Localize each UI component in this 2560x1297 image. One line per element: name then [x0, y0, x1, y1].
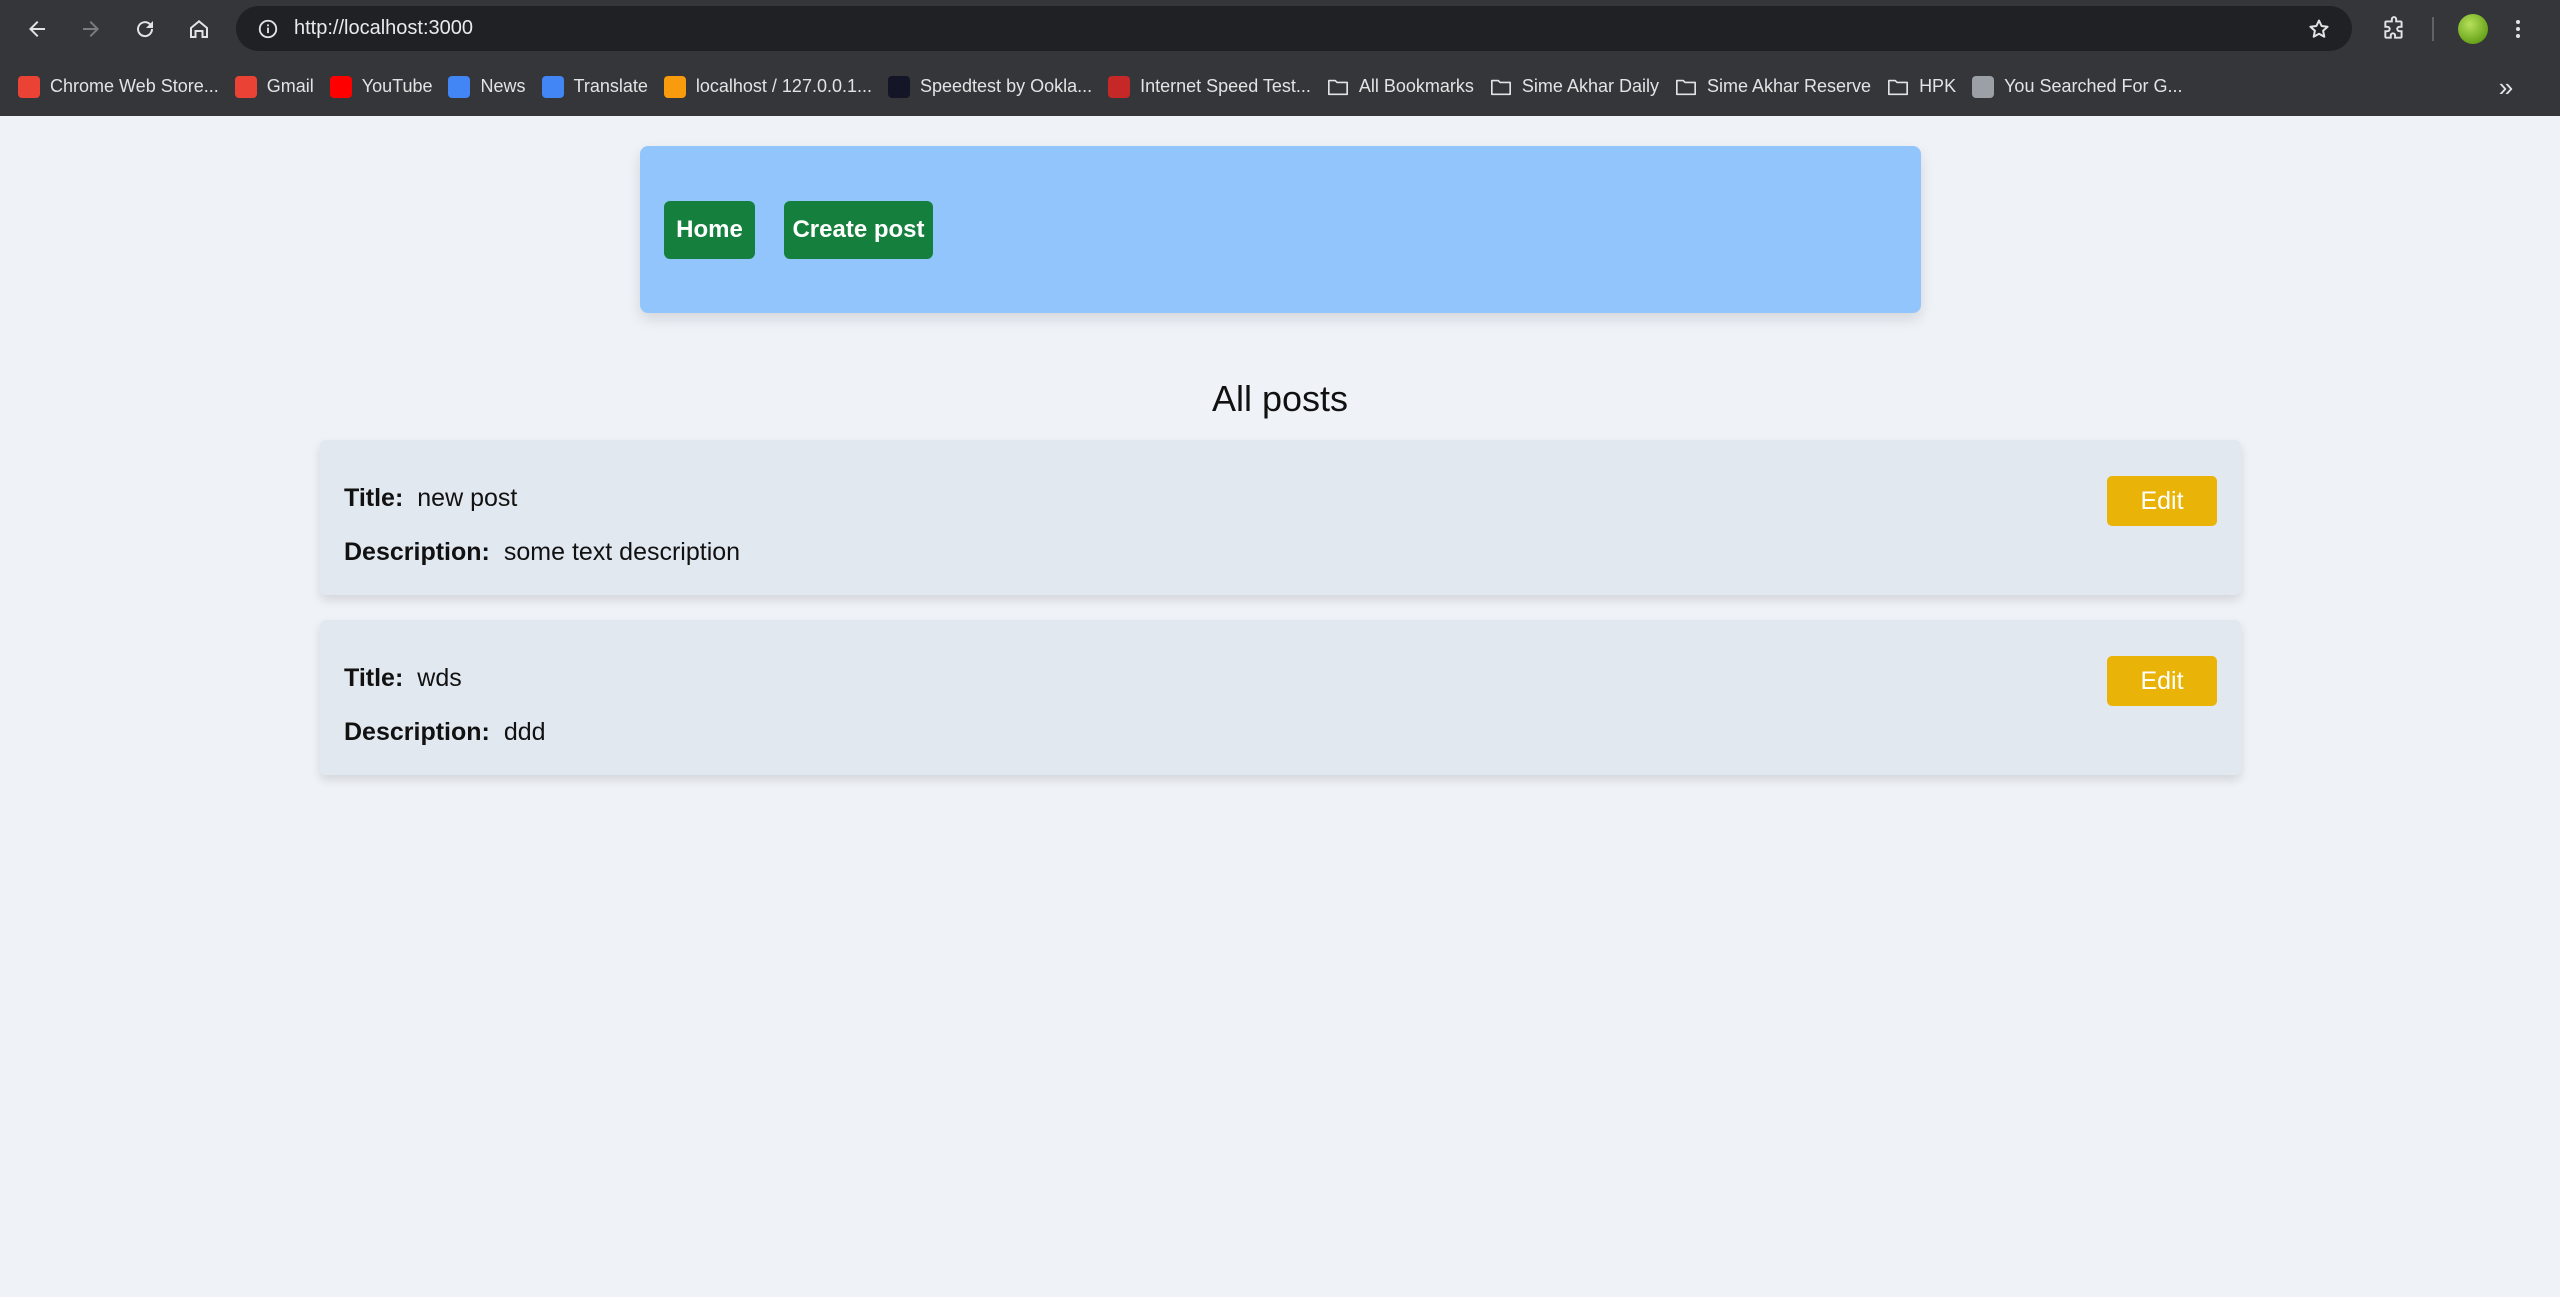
title-label: Title:	[344, 664, 404, 692]
browser-chrome: http://localhost:3000 Chrome Web Store..…	[0, 0, 2560, 116]
reload-button[interactable]	[118, 6, 172, 52]
post-description: some text description	[503, 538, 741, 566]
bookmark-item[interactable]: Chrome Web Store...	[16, 67, 229, 107]
arrow-left-icon	[29, 20, 45, 37]
description-label: Description:	[344, 538, 490, 566]
home-link-button[interactable]: Home	[664, 201, 755, 259]
toolbar-divider	[2432, 17, 2434, 41]
create-post-button[interactable]: Create post	[784, 201, 933, 259]
post-title: wds	[417, 664, 462, 692]
bookmark-item[interactable]: Speedtest by Ookla...	[886, 67, 1102, 107]
bookmark-label: News	[480, 76, 526, 96]
bookmark-item[interactable]: News	[446, 67, 535, 107]
bookmark-item[interactable]: All Bookmarks	[1325, 67, 1484, 107]
speed-test-gauge-icon	[1108, 75, 1131, 98]
menu-kebab-icon[interactable]	[2498, 6, 2538, 52]
bookmark-label: localhost / 127.0.0.1...	[695, 76, 872, 96]
bookmark-label: Gmail	[266, 76, 314, 96]
extensions-icon[interactable]	[2370, 6, 2418, 52]
forward-button[interactable]	[64, 6, 118, 52]
post-title: new post	[417, 484, 518, 512]
bookmark-label: Chrome Web Store...	[50, 76, 219, 96]
url-text[interactable]: http://localhost:3000	[294, 17, 473, 40]
toolbar-right	[2370, 6, 2538, 52]
bookmark-label: Speedtest by Ookla...	[920, 76, 1093, 96]
bookmark-label: Sime Akhar Reserve	[1706, 76, 1872, 96]
phpmyadmin-icon	[663, 75, 686, 98]
bookmark-item[interactable]: YouTube	[328, 67, 443, 107]
post-title-row: Title: new post	[344, 484, 517, 513]
bookmark-item[interactable]: Translate	[540, 67, 658, 107]
reload-icon	[137, 20, 154, 37]
arrow-right-icon	[83, 20, 99, 37]
bookmark-label: YouTube	[361, 76, 433, 96]
gmail-icon	[234, 75, 257, 98]
bookmark-item[interactable]: Internet Speed Test...	[1106, 67, 1321, 107]
navbar: Home Create post	[640, 146, 1921, 313]
folder-icon	[1490, 76, 1512, 98]
bookmark-label: Sime Akhar Daily	[1521, 76, 1659, 96]
post-description: ddd	[503, 718, 546, 746]
bookmark-label: Translate	[573, 76, 648, 96]
post-card: Title: wds Description: ddd Edit	[320, 620, 2241, 775]
bookmarks-bar: Chrome Web Store... Gmail YouTube News Trans…	[0, 57, 2560, 116]
post-card: Title: new post Description: some text des…	[320, 440, 2241, 595]
back-button[interactable]	[10, 6, 64, 52]
bookmarks-overflow-icon[interactable]: »	[2488, 69, 2524, 105]
post-description-row: Description: some text description	[344, 538, 740, 567]
bookmark-item[interactable]: Gmail	[233, 67, 324, 107]
edit-button[interactable]: Edit	[2107, 476, 2217, 526]
home-icon	[190, 19, 208, 38]
page-title: All posts	[1211, 378, 1349, 419]
description-label: Description:	[344, 718, 490, 746]
bookmark-item[interactable]: HPK	[1885, 67, 1966, 107]
bookmark-star-icon[interactable]	[2304, 14, 2334, 44]
edit-button[interactable]: Edit	[2107, 656, 2217, 706]
profile-avatar[interactable]	[2458, 14, 2488, 44]
folder-icon	[1887, 76, 1909, 98]
google-translate-icon	[541, 75, 564, 98]
bookmark-item[interactable]: Sime Akhar Daily	[1488, 67, 1669, 107]
bookmark-item[interactable]: Sime Akhar Reserve	[1673, 67, 1881, 107]
youtube-icon	[329, 75, 352, 98]
site-info-icon[interactable]	[246, 7, 290, 51]
bookmark-label: Internet Speed Test...	[1140, 76, 1311, 96]
bookmark-label: All Bookmarks	[1358, 76, 1474, 96]
browser-toolbar: http://localhost:3000	[0, 0, 2560, 57]
bookmark-label: HPK	[1919, 76, 1957, 96]
home-button[interactable]	[172, 6, 226, 52]
camera-icon	[1972, 75, 1995, 98]
address-bar[interactable]: http://localhost:3000	[236, 6, 2352, 51]
bookmark-item[interactable]: localhost / 127.0.0.1...	[662, 67, 882, 107]
speedtest-icon	[888, 75, 910, 98]
post-title-row: Title: wds	[344, 664, 462, 693]
folder-icon	[1327, 76, 1349, 98]
app-page: Home Create post All posts Title: new pos…	[0, 116, 2560, 1297]
chrome-web-store-icon	[18, 75, 40, 98]
google-news-icon	[448, 75, 471, 98]
title-label: Title:	[344, 484, 404, 512]
bookmark-item[interactable]: You Searched For G...	[1970, 67, 2192, 107]
bookmark-label: You Searched For G...	[2004, 76, 2183, 96]
post-description-row: Description: ddd	[344, 718, 546, 747]
folder-icon	[1675, 76, 1697, 98]
